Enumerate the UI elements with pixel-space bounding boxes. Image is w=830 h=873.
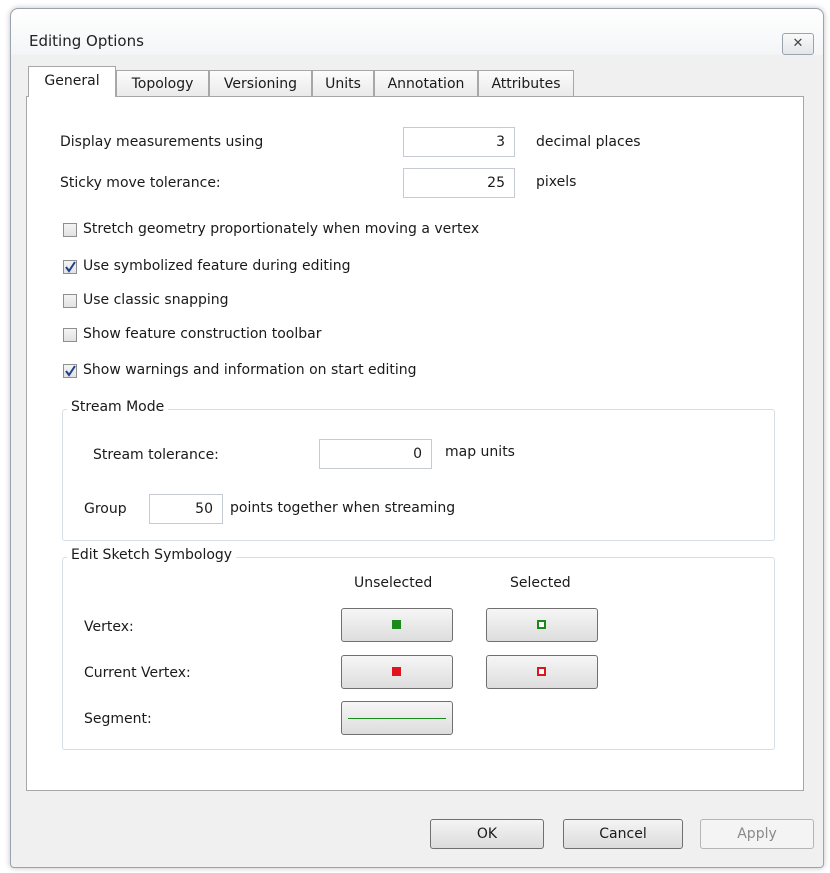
line-segment-icon xyxy=(348,718,446,719)
close-button[interactable]: ✕ xyxy=(782,33,814,55)
current-vertex-label: Current Vertex: xyxy=(84,665,191,681)
group-points-input[interactable]: 50 xyxy=(149,494,223,524)
tab-units[interactable]: Units xyxy=(312,70,374,96)
vertex-selected-symbol-button[interactable] xyxy=(486,608,598,642)
stream-tolerance-input[interactable]: 0 xyxy=(319,439,432,469)
vertex-label: Vertex: xyxy=(84,619,134,635)
checkmark-icon xyxy=(65,261,76,273)
filled-square-icon xyxy=(392,620,401,629)
edit-sketch-symbology-title: Edit Sketch Symbology xyxy=(67,547,237,563)
show-warnings-label: Show warnings and information on start e… xyxy=(83,362,417,378)
stream-tolerance-label: Stream tolerance: xyxy=(93,447,219,463)
classic-snapping-checkbox[interactable] xyxy=(63,294,77,308)
show-warnings-checkbox[interactable] xyxy=(63,364,77,378)
tab-label: Units xyxy=(325,76,361,92)
segment-symbol-button[interactable] xyxy=(341,701,453,735)
tab-annotation[interactable]: Annotation xyxy=(374,70,478,96)
display-measurements-label: Display measurements using xyxy=(60,134,264,150)
apply-button[interactable]: Apply xyxy=(700,819,814,849)
construction-toolbar-checkbox[interactable] xyxy=(63,328,77,342)
stretch-geometry-label: Stretch geometry proportionately when mo… xyxy=(83,221,480,237)
hollow-square-icon xyxy=(537,620,546,629)
close-icon: ✕ xyxy=(792,36,804,51)
decimal-places-input[interactable]: 3 xyxy=(403,127,515,157)
filled-square-icon xyxy=(392,667,401,676)
pixels-suffix: pixels xyxy=(536,174,577,190)
ok-button[interactable]: OK xyxy=(430,819,544,849)
group-label: Group xyxy=(84,501,127,517)
title-bar: Editing Options ✕ xyxy=(11,9,823,55)
tab-label: General xyxy=(44,73,100,89)
segment-label: Segment: xyxy=(84,711,152,727)
tab-label: Annotation xyxy=(387,76,465,92)
current-vertex-unselected-symbol-button[interactable] xyxy=(341,655,453,689)
symbolized-feature-label: Use symbolized feature during editing xyxy=(83,258,351,274)
tab-attributes[interactable]: Attributes xyxy=(478,70,574,96)
tab-label: Versioning xyxy=(223,76,298,92)
vertex-unselected-symbol-button[interactable] xyxy=(341,608,453,642)
window-title: Editing Options xyxy=(29,32,144,50)
classic-snapping-label: Use classic snapping xyxy=(83,292,229,308)
general-tab-panel: Display measurements using 3 decimal pla… xyxy=(26,96,804,791)
tab-label: Attributes xyxy=(491,76,561,92)
stream-mode-title: Stream Mode xyxy=(67,399,169,415)
decimal-places-suffix: decimal places xyxy=(536,134,641,150)
sticky-move-input[interactable]: 25 xyxy=(403,168,515,198)
checkmark-icon xyxy=(65,365,76,377)
tab-versioning[interactable]: Versioning xyxy=(209,70,312,96)
tab-general[interactable]: General xyxy=(28,66,116,97)
selected-column-header: Selected xyxy=(510,575,571,591)
construction-toolbar-label: Show feature construction toolbar xyxy=(83,326,322,342)
unselected-column-header: Unselected xyxy=(354,575,433,591)
current-vertex-selected-symbol-button[interactable] xyxy=(486,655,598,689)
map-units-suffix: map units xyxy=(445,444,515,460)
tab-topology[interactable]: Topology xyxy=(116,70,209,96)
sticky-move-label: Sticky move tolerance: xyxy=(60,175,221,191)
symbolized-feature-checkbox[interactable] xyxy=(63,260,77,274)
tab-label: Topology xyxy=(131,76,194,92)
stretch-geometry-checkbox[interactable] xyxy=(63,223,77,237)
points-together-suffix: points together when streaming xyxy=(230,500,456,516)
cancel-button[interactable]: Cancel xyxy=(563,819,683,849)
hollow-square-icon xyxy=(537,667,546,676)
